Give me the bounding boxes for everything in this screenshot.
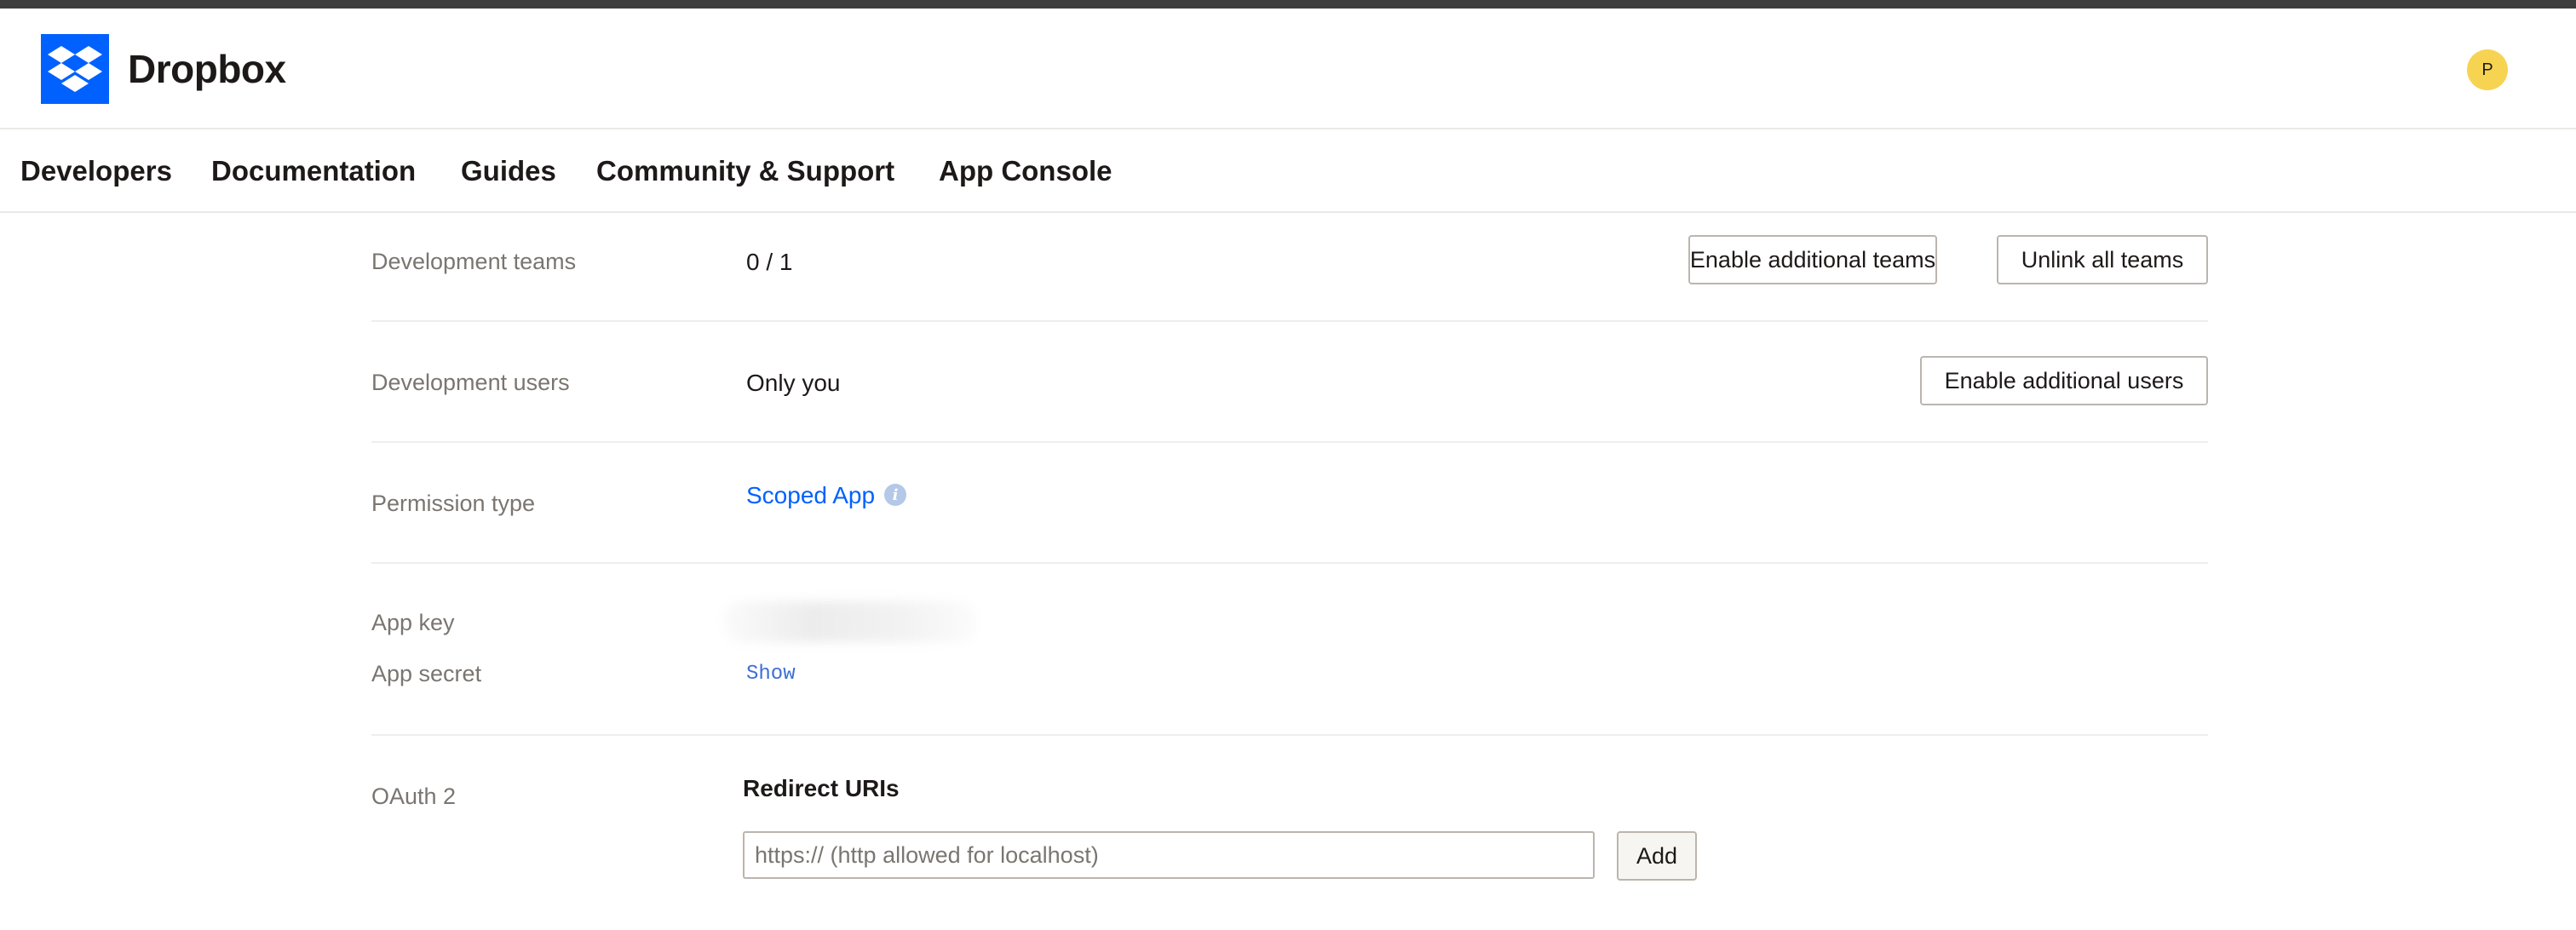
app-key-value-redacted [722,601,978,642]
site-header: Dropbox P [0,9,2576,129]
dropbox-logo-link[interactable]: Dropbox [41,34,286,104]
info-icon[interactable]: i [884,484,906,506]
nav-item-app-console[interactable]: App Console [939,155,1113,187]
user-avatar[interactable]: P [2467,49,2508,90]
top-strip [0,0,2576,9]
enable-additional-teams-button[interactable]: Enable additional teams [1688,235,1937,284]
development-teams-value: 0 / 1 [746,249,793,275]
enable-additional-users-button[interactable]: Enable additional users [1920,356,2208,405]
nav-item-community-support[interactable]: Community & Support [596,155,894,187]
nav-item-documentation[interactable]: Documentation [211,155,416,187]
redirect-uri-input[interactable] [743,831,1595,879]
brand-name: Dropbox [128,47,286,91]
scoped-app-link[interactable]: Scoped App [746,482,875,509]
nav-item-guides[interactable]: Guides [461,155,556,187]
dropbox-logo-icon [41,34,109,104]
development-teams-label: Development teams [371,249,577,274]
row-divider [371,320,2208,322]
permission-type-label: Permission type [371,491,536,516]
development-users-value: Only you [746,370,841,396]
row-divider [371,562,2208,564]
app-secret-show-link[interactable]: Show [746,663,796,686]
app-settings-panel: Development teams 0 / 1 Enable additiona… [0,213,2576,930]
app-key-label: App key [371,610,455,635]
app-secret-label: App secret [371,661,482,686]
nav-item-developers[interactable]: Developers [20,155,172,187]
oauth2-label: OAuth 2 [371,784,457,809]
row-divider [371,441,2208,443]
unlink-all-teams-button[interactable]: Unlink all teams [1997,235,2208,284]
development-users-label: Development users [371,370,570,395]
avatar-initial: P [2481,60,2493,79]
redirect-uris-title: Redirect URIs [743,775,900,801]
add-redirect-uri-button[interactable]: Add [1617,831,1697,881]
row-divider [371,734,2208,736]
main-nav: Developers Documentation Guides Communit… [0,129,2576,213]
